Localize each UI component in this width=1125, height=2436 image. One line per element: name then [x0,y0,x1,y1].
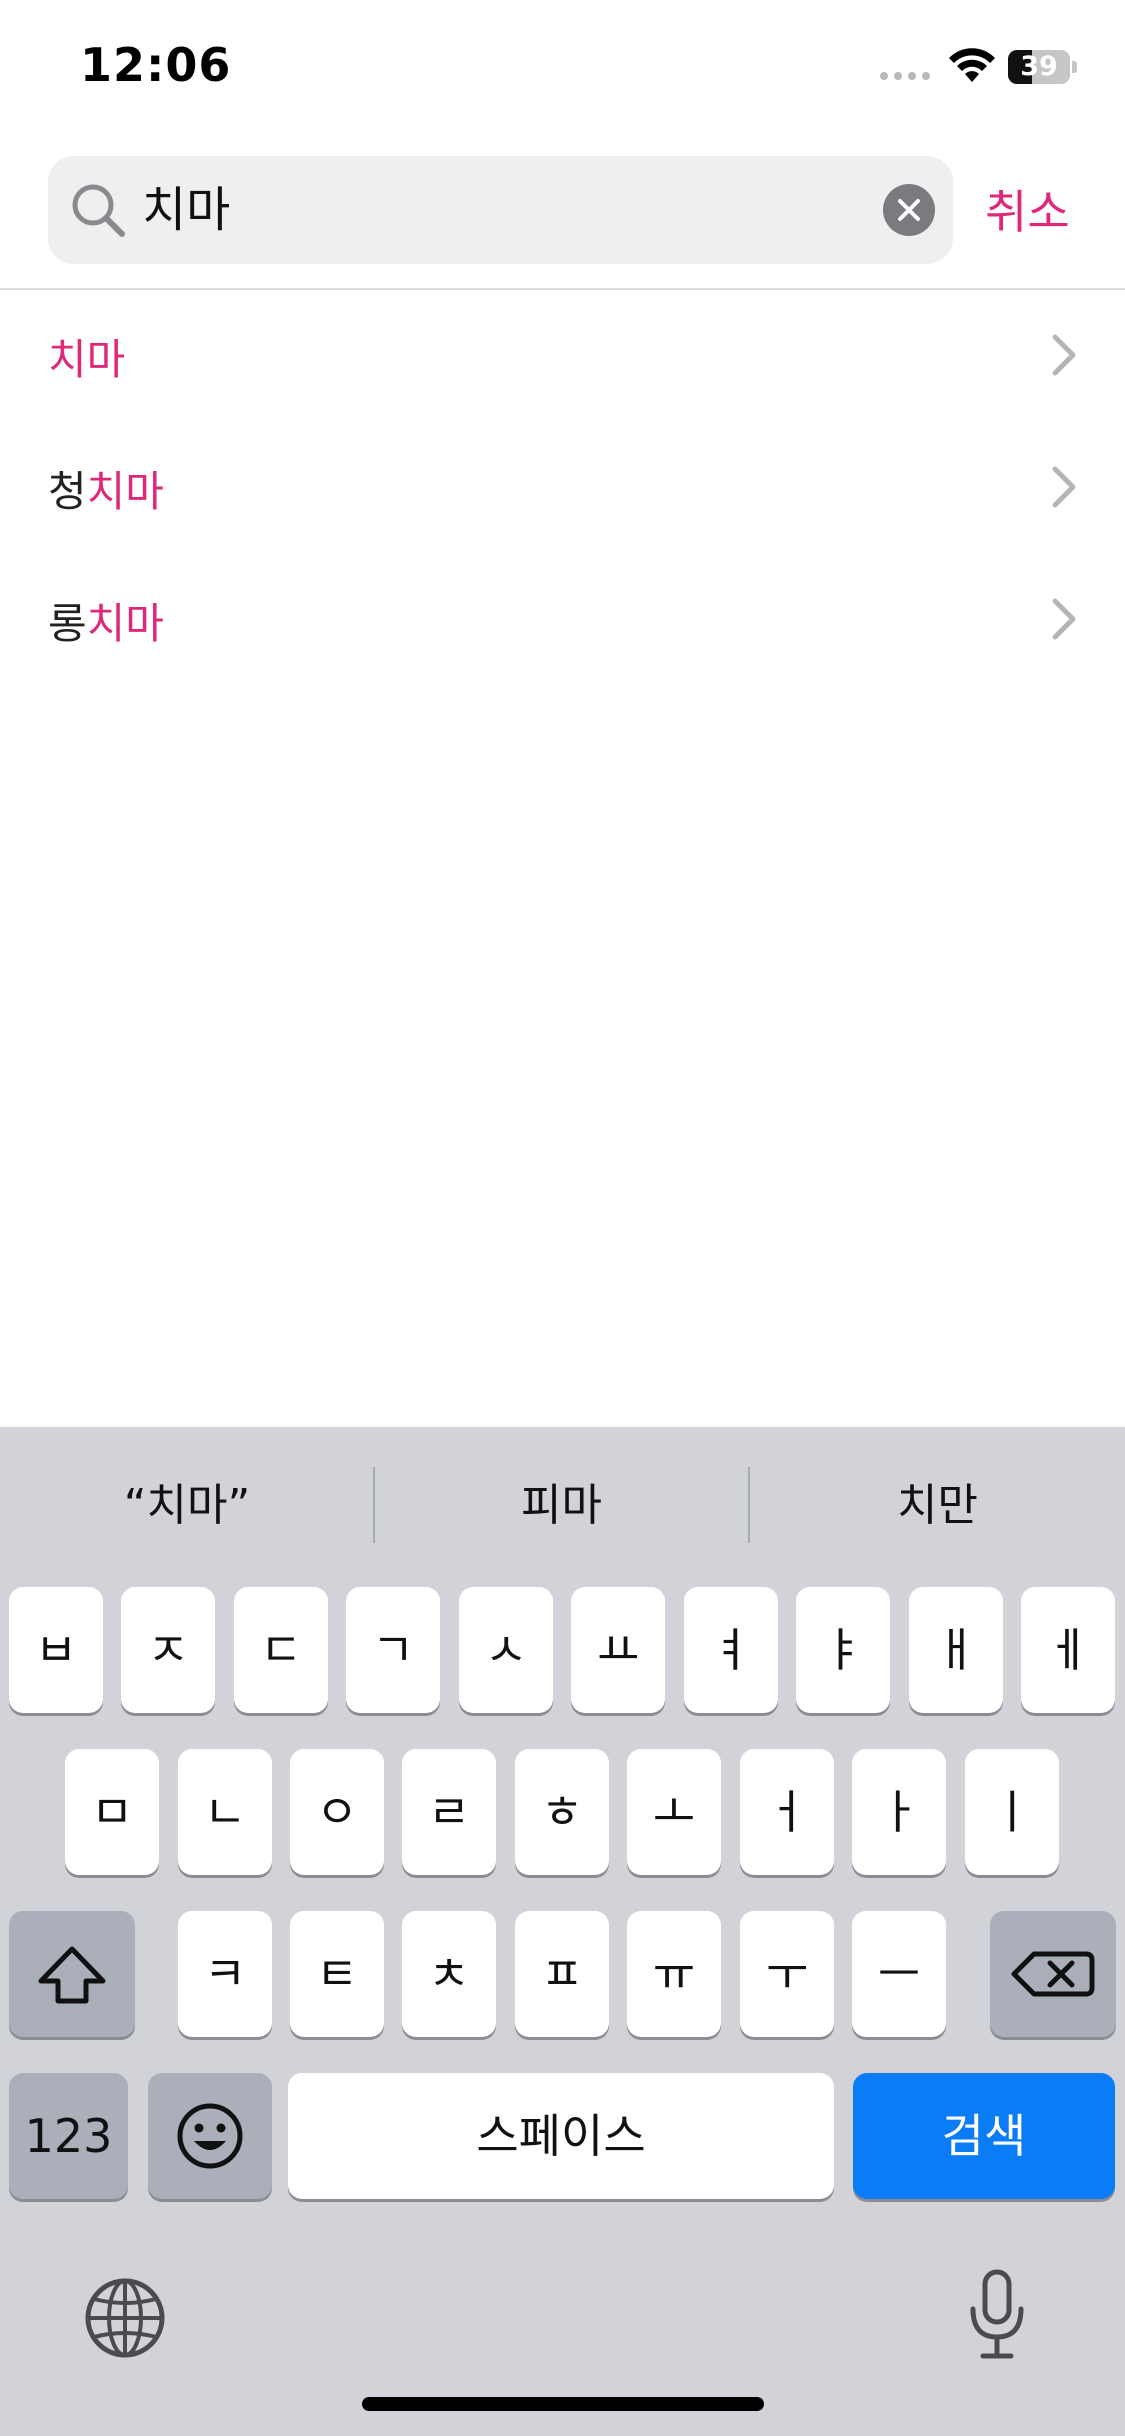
key[interactable]: ㅑ [796,1587,890,1713]
key[interactable]: ㄷ [234,1587,328,1713]
key[interactable]: ㅠ [627,1911,721,2037]
key[interactable]: ㅈ [121,1587,215,1713]
key[interactable]: ㅁ [65,1749,159,1875]
chevron-right-icon [1052,598,1076,640]
key[interactable]: ㅜ [740,1911,834,2037]
key[interactable]: ㅅ [459,1587,553,1713]
key[interactable]: ㅏ [852,1749,946,1875]
key[interactable]: ㅂ [9,1587,103,1713]
search-input[interactable]: 치마 [142,174,902,246]
emoji-key[interactable] [148,2073,272,2199]
backspace-icon [1011,1951,1095,1997]
chevron-right-icon [1052,466,1076,508]
key[interactable]: ㅍ [515,1911,609,2037]
key[interactable]: ㄱ [346,1587,440,1713]
numbers-key[interactable]: 123 [9,2073,128,2199]
key[interactable]: ㅓ [740,1749,834,1875]
key[interactable]: ㅣ [965,1749,1059,1875]
key[interactable]: ㅋ [178,1911,272,2037]
suggestion-item[interactable]: 청치마 [0,422,1125,552]
home-indicator [362,2397,764,2411]
key[interactable]: ㅎ [515,1749,609,1875]
battery-icon: 39 [1008,50,1078,84]
chevron-right-icon [1052,334,1076,376]
battery-level: 39 [1020,51,1058,82]
keyboard: “치마” 피마 치만 ㅂ ㅈ ㄷ ㄱ ㅅ ㅛ ㅕ ㅑ ㅐ ㅔ ㅁ ㄴ ㅇ ㄹ ㅎ… [0,1427,1125,2436]
space-key[interactable]: 스페이스 [288,2073,834,2199]
key[interactable]: ㄴ [178,1749,272,1875]
cellular-signal-icon [880,72,940,84]
key[interactable]: ㅊ [402,1911,496,2037]
wifi-icon [949,48,995,82]
search-icon [72,184,125,237]
key[interactable]: ㅛ [571,1587,665,1713]
key[interactable]: ㅗ [627,1749,721,1875]
status-time: 12:06 [80,38,232,92]
search-field[interactable]: 치마 [48,156,953,264]
prediction-bar: “치마” 피마 치만 [0,1427,1125,1577]
prediction-item[interactable]: “치마” [0,1469,374,1533]
globe-icon[interactable] [84,2277,166,2359]
key[interactable]: ㅌ [290,1911,384,2037]
search-key[interactable]: 검색 [853,2073,1115,2199]
key[interactable]: ㅐ [909,1587,1003,1713]
suggestion-item[interactable]: 치마 [0,290,1125,420]
microphone-icon[interactable] [966,2269,1028,2361]
shift-key[interactable] [9,1911,135,2037]
prediction-item[interactable]: 치만 [750,1469,1125,1533]
suggestion-label: 롱치마 [48,599,164,648]
key[interactable]: ㅇ [290,1749,384,1875]
cancel-button[interactable]: 취소 [985,176,1070,242]
suggestion-label: 치마 [48,335,126,384]
suggestion-label: 청치마 [48,467,164,516]
key[interactable]: ㅕ [684,1587,778,1713]
key[interactable]: ㅡ [852,1911,946,2037]
status-bar: 12:06 39 [0,0,1125,140]
clear-search-button[interactable] [883,184,935,236]
suggestion-item[interactable]: 롱치마 [0,554,1125,684]
key[interactable]: ㄹ [402,1749,496,1875]
backspace-key[interactable] [990,1911,1116,2037]
prediction-item[interactable]: 피마 [375,1469,748,1533]
shift-icon [38,1946,106,2004]
key[interactable]: ㅔ [1021,1587,1115,1713]
emoji-icon [177,2103,243,2169]
close-icon [898,199,920,221]
